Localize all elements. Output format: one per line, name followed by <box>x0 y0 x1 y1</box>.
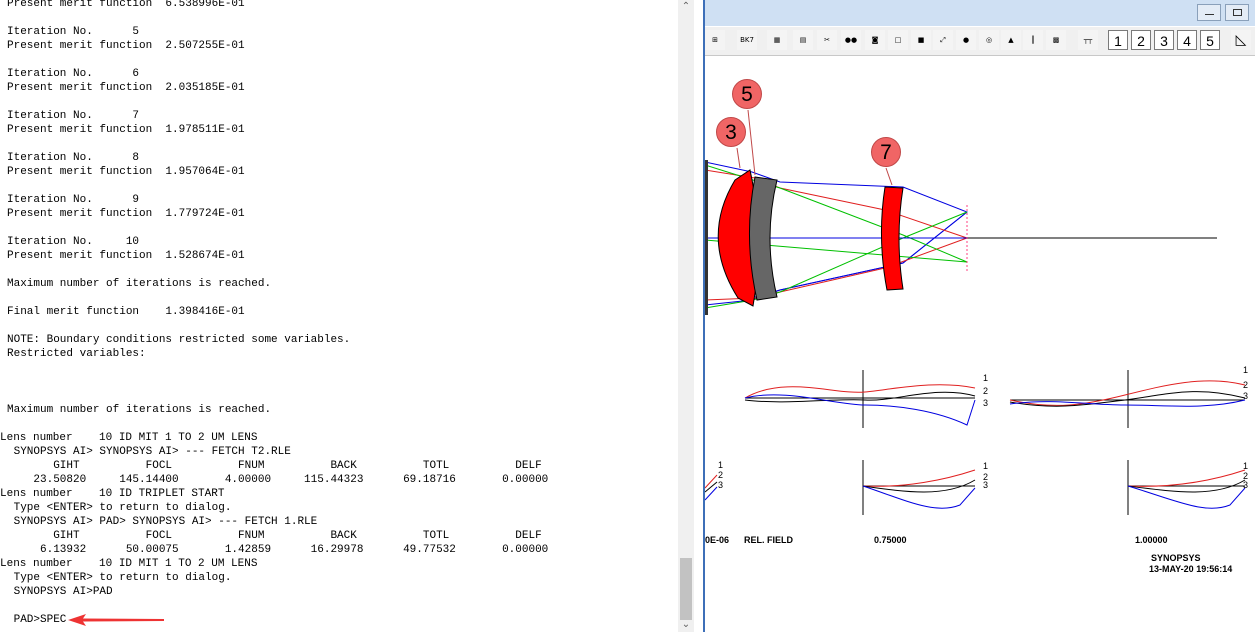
curve-label-3: 3 <box>983 398 989 408</box>
plot-bottom-edge <box>705 474 718 501</box>
element-badge-3: 3 <box>716 117 746 147</box>
terminal-line: GIHT FOCL FNUM BACK TOTL DELF <box>7 460 542 472</box>
field-right-value: 1.00000 <box>1135 535 1168 545</box>
scroll-up-icon[interactable]: ⌃ <box>678 0 694 14</box>
curve-label-3: 3 <box>1243 391 1249 401</box>
terminal-line: Maximum number of iterations is reached. <box>7 404 272 416</box>
terminal-line: NOTE: Boundary conditions restricted som… <box>7 334 351 346</box>
curve-label-1: 1 <box>718 460 724 470</box>
terminal-line: Present merit function 1.957064E-01 <box>7 166 245 178</box>
terminal-line: SYNOPSYS AI> PAD> SYNOPSYS AI> --- FETCH… <box>7 516 318 528</box>
curve-label-3: 3 <box>983 480 989 490</box>
terminal-line: Present merit function 1.978511E-01 <box>7 124 245 136</box>
terminal-line: 6.13932 50.00075 1.42859 16.29978 49.775… <box>7 544 549 556</box>
curve-label-3: 3 <box>1243 480 1249 490</box>
terminal-line: Final merit function 1.398416E-01 <box>7 306 245 318</box>
terminal-line: Lens number 10 ID TRIPLET START <box>0 488 225 500</box>
terminal-line: SYNOPSYS AI>PAD <box>7 586 113 598</box>
element-edge <box>705 160 708 315</box>
field-mid-value: 0.75000 <box>874 535 907 545</box>
terminal-line: Present merit function 1.779724E-01 <box>7 208 245 220</box>
spec-pointer-arrow-icon <box>68 614 164 626</box>
terminal-line: PAD>SPEC <box>7 614 67 626</box>
terminal-scrollbar[interactable]: ⌃ ⌄ <box>678 0 694 632</box>
terminal-line: Iteration No. 9 <box>7 194 140 206</box>
scroll-thumb[interactable] <box>680 558 692 620</box>
curve-label-2: 2 <box>983 386 989 396</box>
terminal-line: Present merit function 2.507255E-01 <box>7 40 245 52</box>
terminal-line: Type <ENTER> to return to dialog. <box>7 572 232 584</box>
curve-label-1: 1 <box>983 461 989 471</box>
element-badge-7: 7 <box>871 137 901 167</box>
terminal-line: Iteration No. 5 <box>7 26 140 38</box>
footer-brand: SYNOPSYS <box>1151 553 1201 563</box>
terminal-line: Iteration No. 8 <box>7 152 140 164</box>
terminal-line: Iteration No. 6 <box>7 68 140 80</box>
curve-label-2: 2 <box>718 470 724 480</box>
curve-label-2: 2 <box>1243 380 1249 390</box>
plot-bottom-right <box>1127 460 1246 515</box>
curve-label-1: 1 <box>983 373 989 383</box>
terminal-output[interactable]: Present merit function 6.538996E-01 Itera… <box>0 0 678 632</box>
terminal-line: Maximum number of iterations is reached. <box>7 278 272 290</box>
terminal-line: Lens number 10 ID MIT 1 TO 2 UM LENS <box>0 558 258 570</box>
curve-label-3: 3 <box>718 480 724 490</box>
terminal-line: Present merit function 6.538996E-01 <box>7 0 245 10</box>
terminal-line: Restricted variables: <box>7 348 146 360</box>
plot-bottom-left <box>862 460 976 515</box>
scroll-down-icon[interactable]: ⌄ <box>678 618 694 632</box>
plot-top-left <box>744 370 976 428</box>
aberration-plots <box>705 370 1246 515</box>
terminal-line: Type <ENTER> to return to dialog. <box>7 502 232 514</box>
curve-label-1: 1 <box>1243 365 1249 375</box>
terminal-line: Iteration No. 10 <box>7 236 140 248</box>
plot-top-right <box>1009 370 1246 428</box>
terminal-line: Present merit function 2.035185E-01 <box>7 82 245 94</box>
terminal-line: SYNOPSYS AI> SYNOPSYS AI> --- FETCH T2.R… <box>7 446 291 458</box>
curve-label-1: 1 <box>1243 461 1249 471</box>
terminal-line: Present merit function 1.528674E-01 <box>7 250 245 262</box>
terminal-line: GIHT FOCL FNUM BACK TOTL DELF <box>7 530 542 542</box>
footer-timestamp: 13-MAY-20 19:56:14 <box>1149 564 1233 574</box>
terminal-line: 23.50820 145.14400 4.00000 115.44323 69.… <box>7 474 549 486</box>
rel-field-label: REL. FIELD <box>744 535 793 545</box>
badge-leaders <box>736 109 893 186</box>
element-badge-5: 5 <box>732 79 762 109</box>
field-left-value: 0E-06 <box>705 535 730 545</box>
pad-window: ⊞ BK7 ▦ ▤ ✂ ●● ◙ □ ■ ⤢ ● ◎ ▲ ║ ▩ ┬┬ 1 2 3 4 5 ◺ <box>705 0 1255 632</box>
terminal-line: Iteration No. 7 <box>7 110 140 122</box>
terminal-line: Lens number 10 ID MIT 1 TO 2 UM LENS <box>0 432 258 444</box>
